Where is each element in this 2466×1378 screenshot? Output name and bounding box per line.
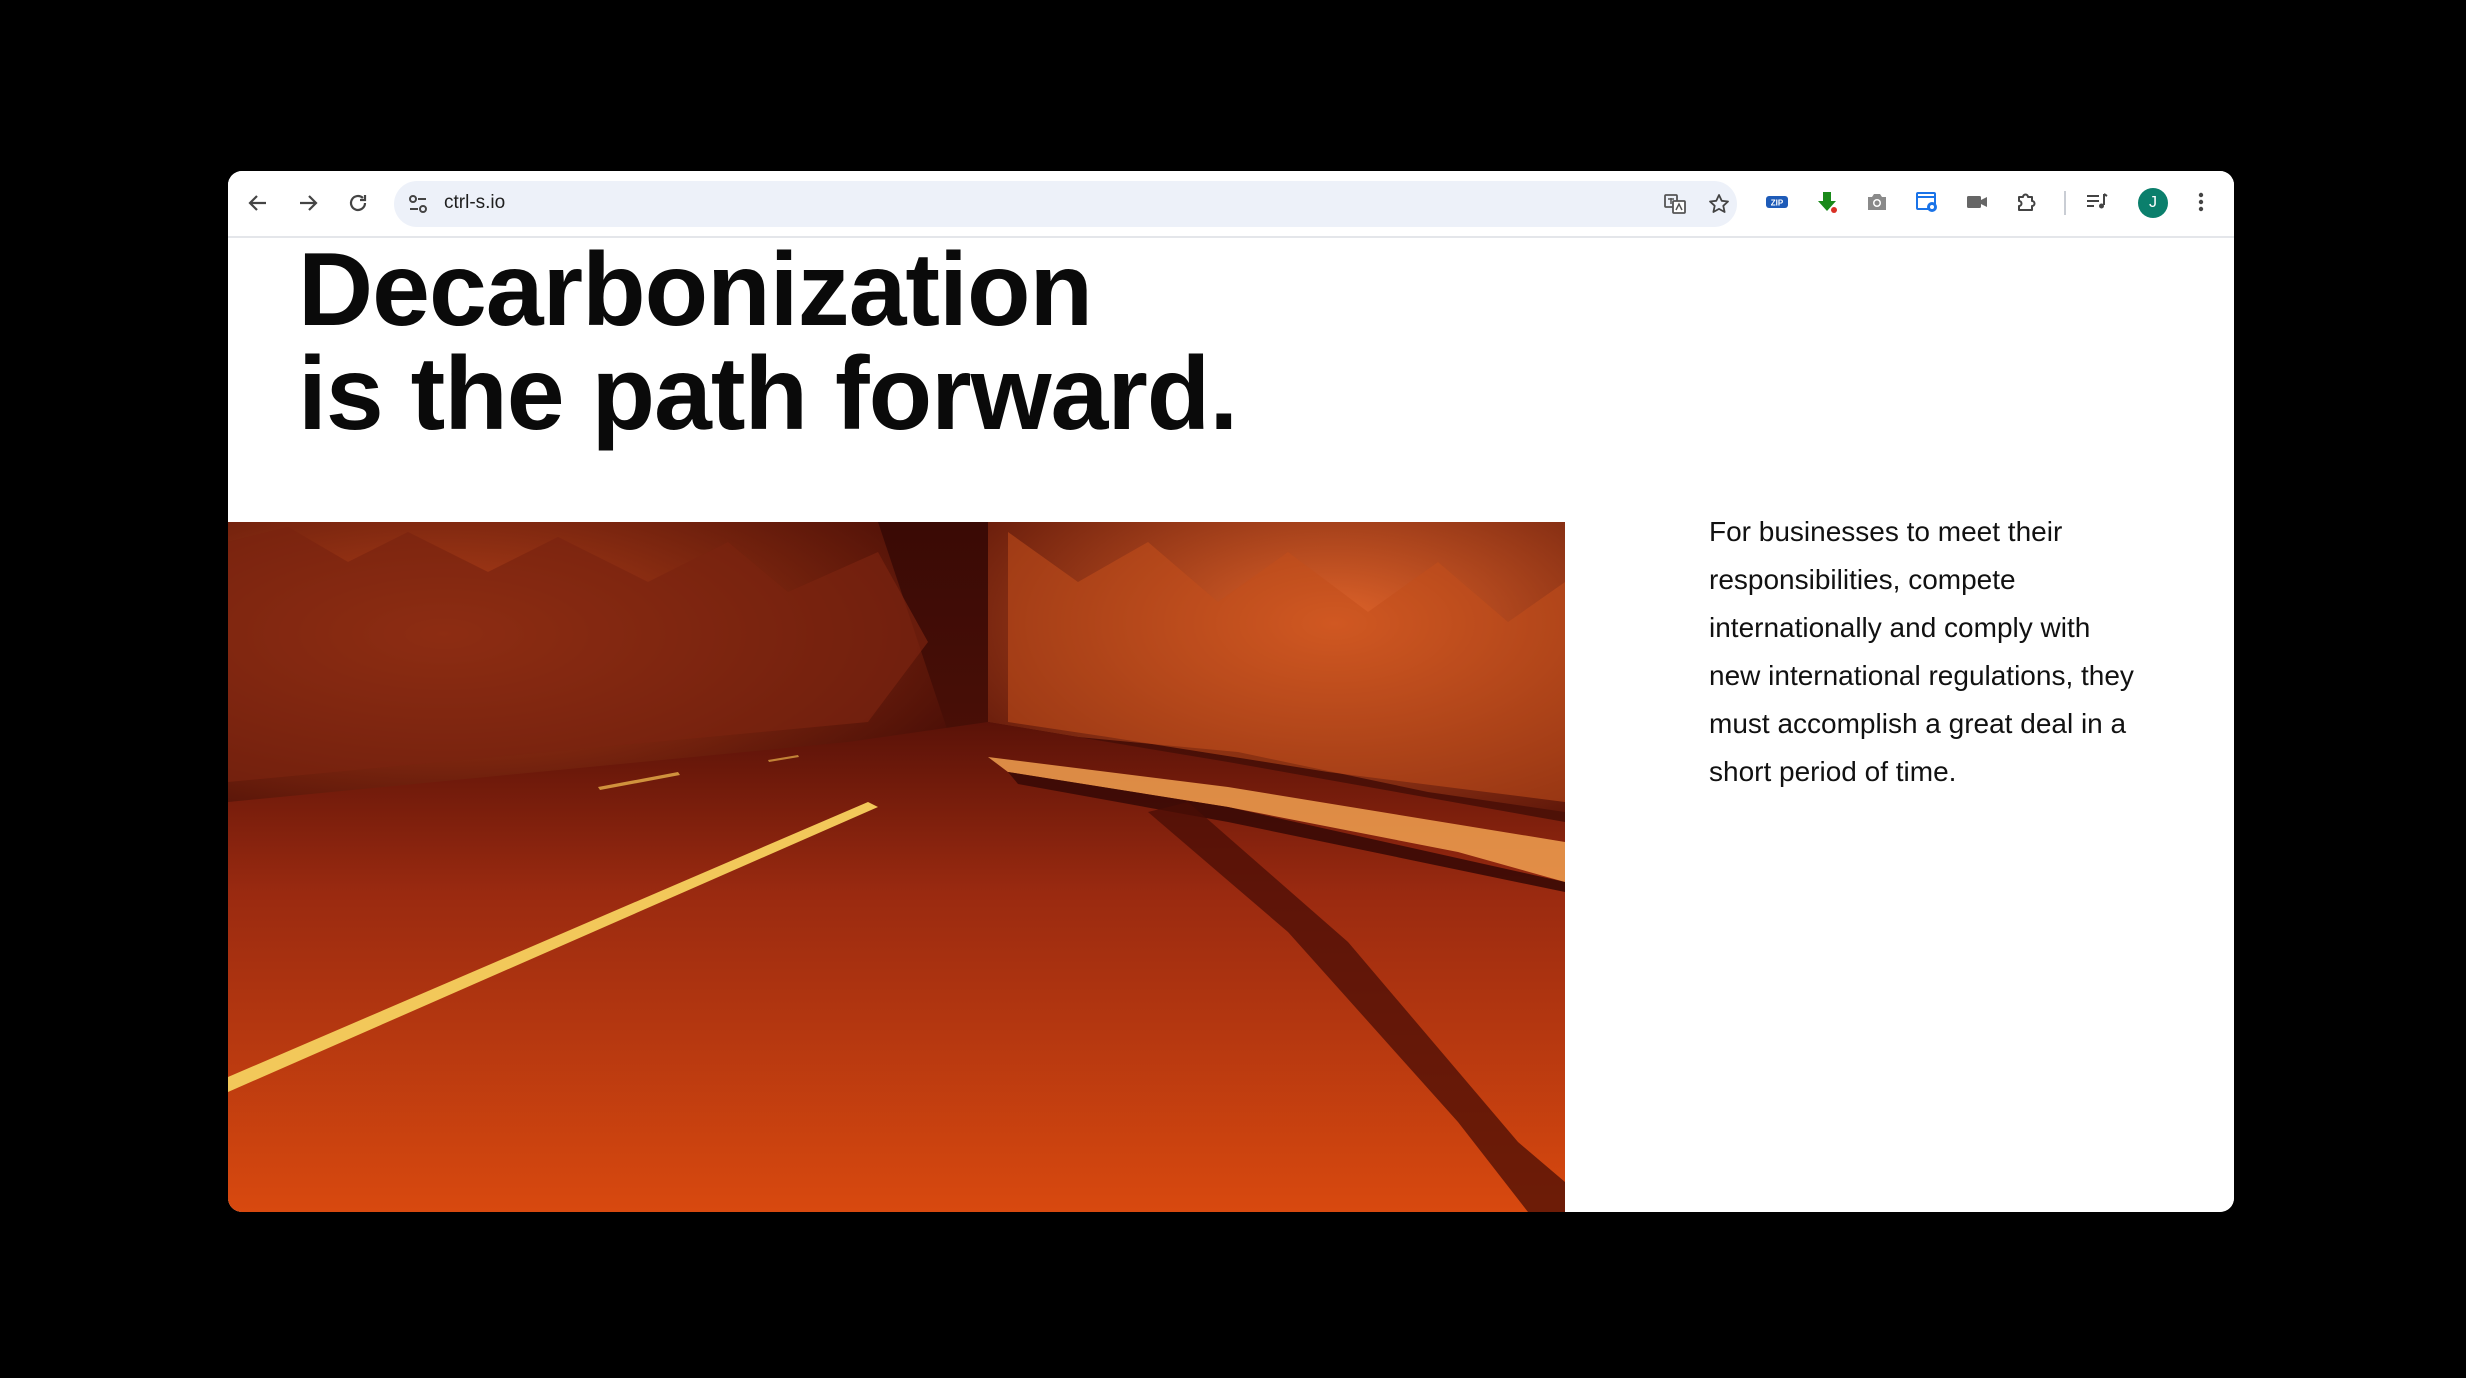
forward-button[interactable] <box>290 185 326 221</box>
page-content: Decarbonization is the path forward. For… <box>228 238 2234 1212</box>
profile-avatar[interactable]: J <box>2138 188 2168 218</box>
download-arrow-icon <box>1818 192 1837 213</box>
screenshot-extension-button[interactable] <box>1912 187 1942 217</box>
star-icon[interactable] <box>1707 192 1731 216</box>
browser-menu-button[interactable] <box>2186 187 2216 217</box>
camera-icon <box>1868 194 1886 210</box>
headline-line-2: is the path forward. <box>298 336 1238 452</box>
screenshot-extension-icon <box>1916 192 1937 212</box>
translate-icon[interactable] <box>1663 192 1687 216</box>
back-button[interactable] <box>240 185 276 221</box>
reload-button[interactable] <box>340 185 376 221</box>
address-bar[interactable]: ctrl-s.io <box>394 181 1737 227</box>
road-forest-image <box>228 522 1565 1212</box>
camera-extension-button[interactable] <box>1862 187 1892 217</box>
puzzle-icon <box>2018 193 2036 211</box>
download-extension-button[interactable] <box>1812 187 1842 217</box>
reading-list-icon <box>2087 193 2108 209</box>
page-headline: Decarbonization is the path forward. <box>298 232 1238 452</box>
zip-extension-icon: ZIP <box>1766 196 1788 208</box>
headline-line-1: Decarbonization <box>298 232 1093 348</box>
browser-window: ctrl-s.io ZIP J Decarbonization is the p… <box>228 171 2234 1212</box>
reload-icon <box>349 194 367 212</box>
video-camera-icon <box>1967 196 1987 208</box>
zip-extension-button[interactable]: ZIP <box>1762 187 1792 217</box>
arrow-left-icon <box>248 195 266 211</box>
svg-text:ZIP: ZIP <box>1771 199 1784 208</box>
arrow-right-icon <box>300 195 318 211</box>
tune-icon[interactable] <box>406 192 430 216</box>
url-text[interactable]: ctrl-s.io <box>444 192 505 214</box>
extensions-button[interactable] <box>2012 187 2042 217</box>
red-tinted-road-through-forest-image <box>228 522 1565 1212</box>
browser-toolbar: ctrl-s.io ZIP J <box>228 171 2234 238</box>
video-extension-button[interactable] <box>1962 187 1992 217</box>
more-vert-icon <box>2198 192 2204 212</box>
intro-paragraph: For businesses to meet their responsibil… <box>1709 516 2134 787</box>
reading-list-button[interactable] <box>2082 187 2112 217</box>
toolbar-divider <box>2064 191 2066 215</box>
